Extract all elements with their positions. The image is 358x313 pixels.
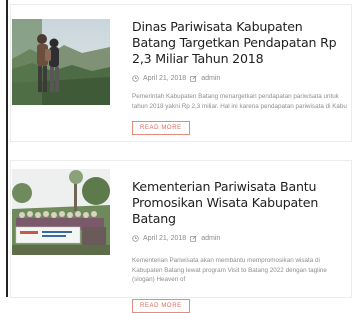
post-title[interactable]: Dinas Pariwisata Kabupaten Batang Target… [132,19,350,67]
post-content: Dinas Pariwisata Kabupaten Batang Target… [132,19,350,135]
post-excerpt: Kementerian Pariwisata akan membantu mem… [132,257,327,283]
post-title[interactable]: Kementerian Pariwisata Bantu Promosikan … [132,179,350,227]
left-border [6,0,8,297]
post-date[interactable]: April 21, 2018 [143,235,186,242]
post-date[interactable]: April 21, 2018 [143,75,186,82]
photo-group-banner-icon [12,169,110,255]
post-card: Dinas Pariwisata Kabupaten Batang Target… [10,4,352,142]
post-meta: April 21, 2018 admin [132,235,350,242]
edit-icon [190,75,197,82]
read-more-button[interactable]: READ MORE [132,121,190,135]
post-meta: April 21, 2018 admin [132,75,350,82]
clock-icon [132,75,139,82]
post-thumbnail[interactable] [12,19,110,105]
edit-icon [190,235,197,242]
post-content: Kementerian Pariwisata Bantu Promosikan … [132,179,350,313]
post-author[interactable]: admin [201,235,220,242]
post-excerpt: Pemerintah Kabupaten Batang menargetkan … [132,93,347,110]
post-author[interactable]: admin [201,75,220,82]
photo-hikers-mountain-icon [12,19,110,105]
post-card: Kementerian Pariwisata Bantu Promosikan … [10,160,352,313]
post-thumbnail[interactable] [12,169,110,255]
read-more-button[interactable]: READ MORE [132,298,190,313]
clock-icon [132,235,139,242]
